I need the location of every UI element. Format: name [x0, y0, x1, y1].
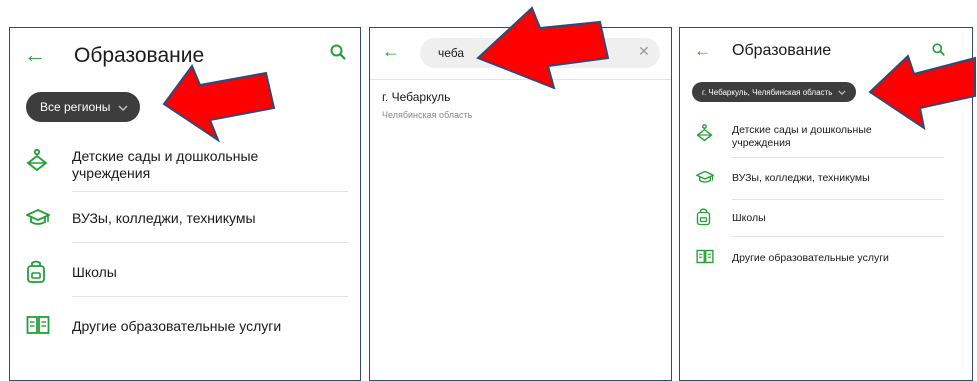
red-arrow-2-icon — [476, 6, 610, 90]
red-arrow-3-icon — [868, 54, 976, 131]
red-arrow-1-icon — [162, 63, 276, 143]
annotation-arrows — [162, 6, 976, 143]
